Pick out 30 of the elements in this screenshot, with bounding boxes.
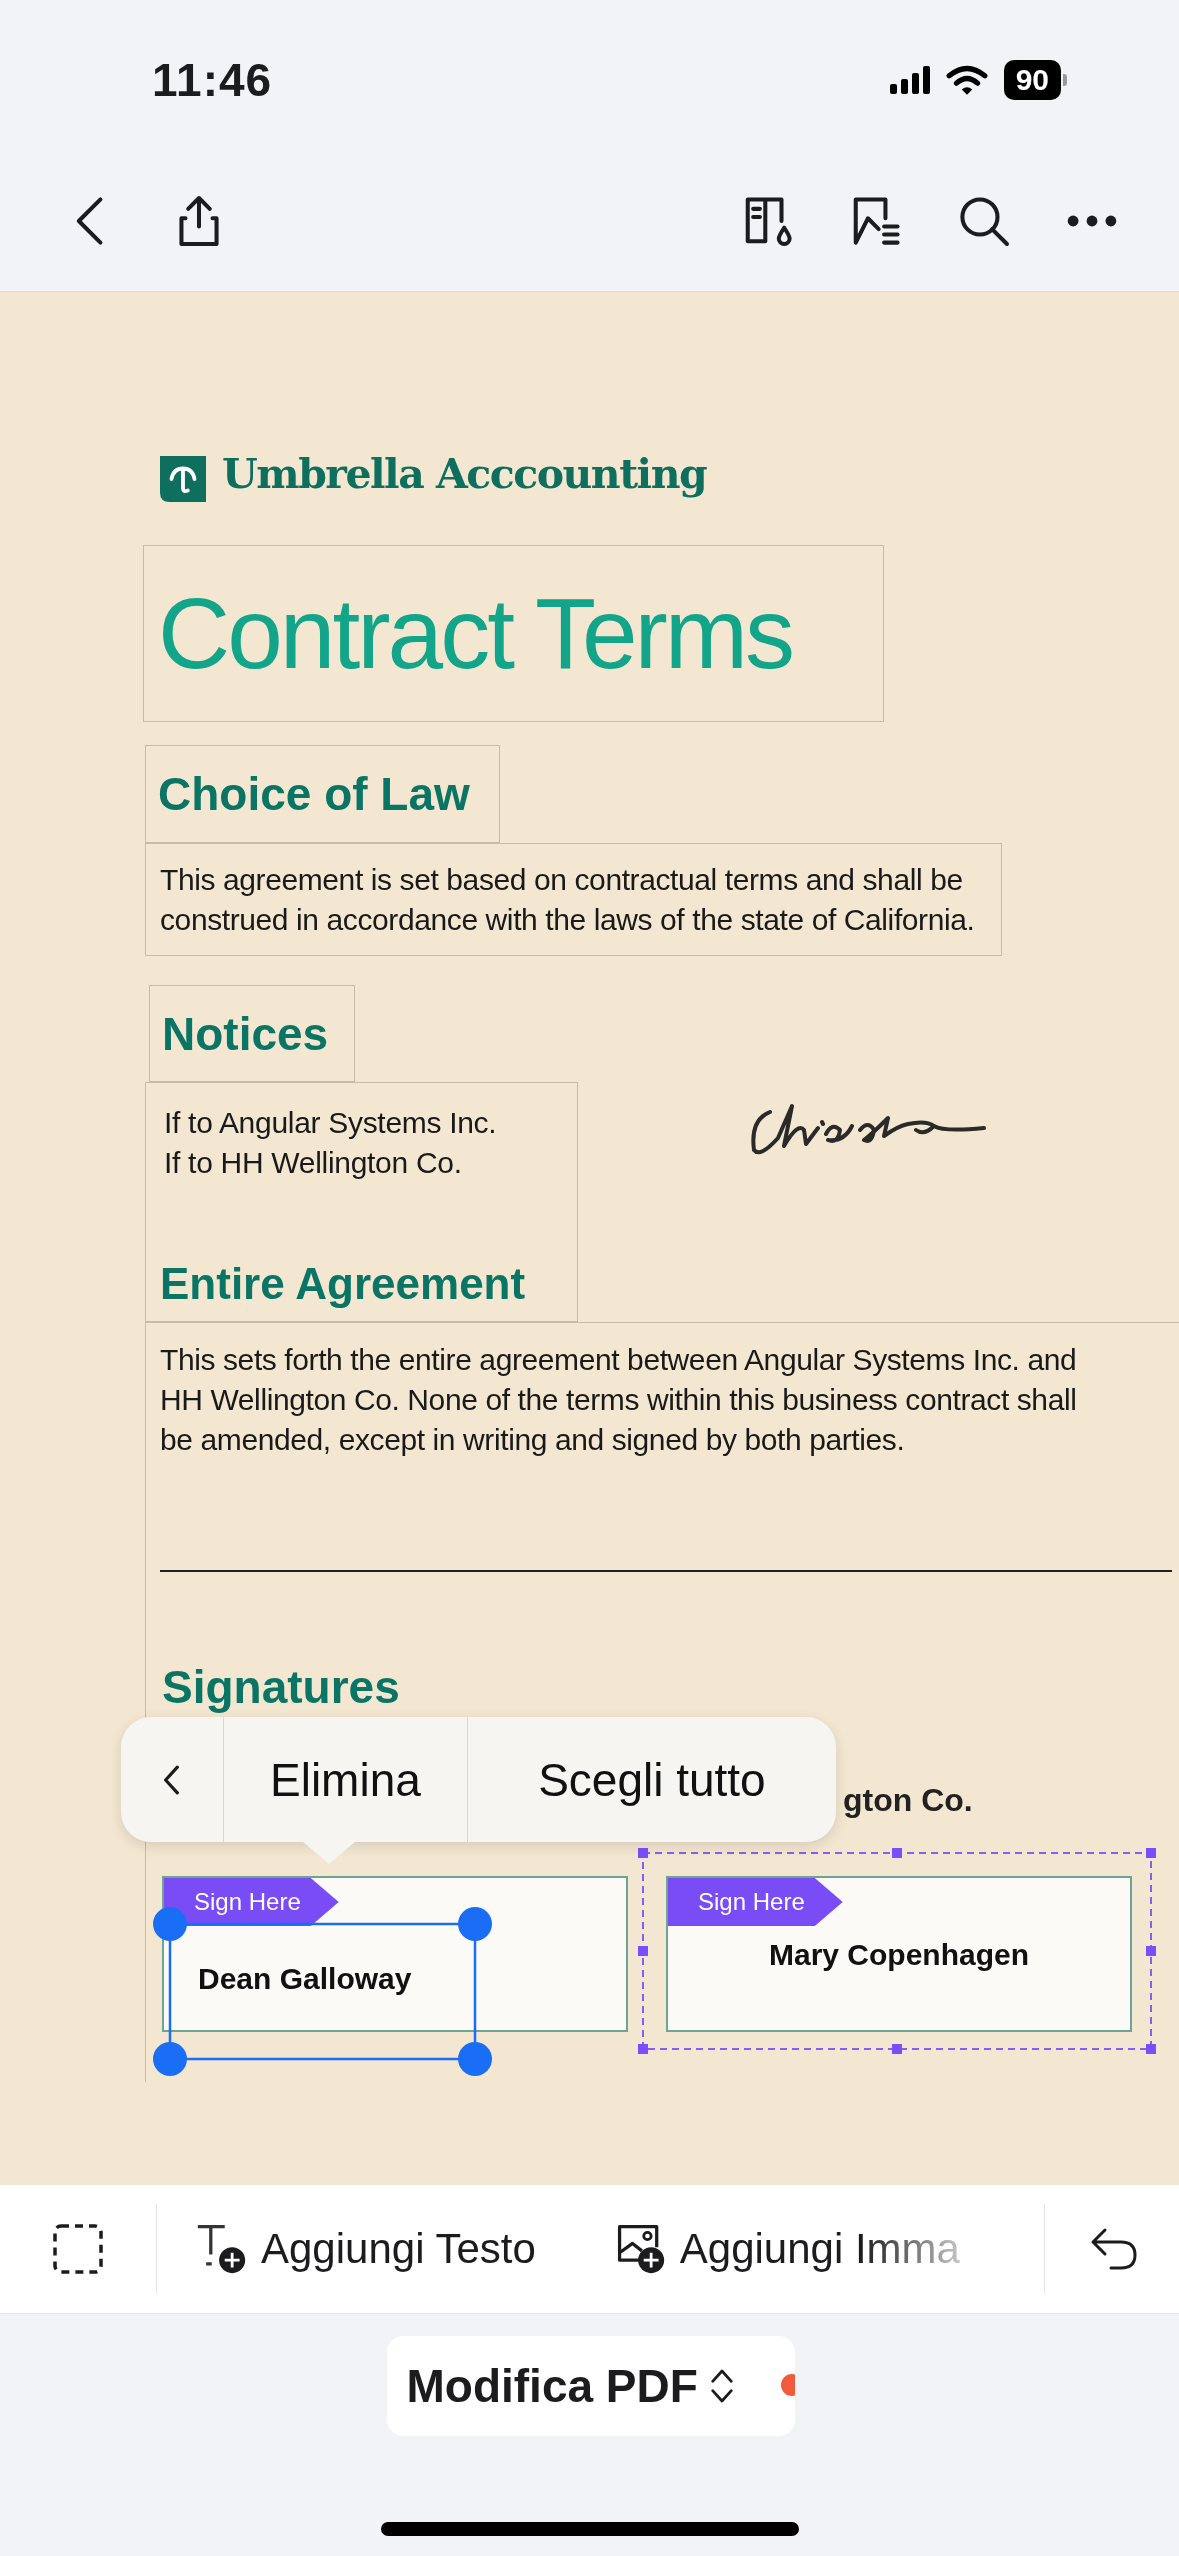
signature-field[interactable]: Sign Here Dean Galloway bbox=[162, 1876, 628, 2032]
wifi-icon bbox=[945, 64, 988, 96]
add-text-button[interactable]: Aggiungi Testo bbox=[157, 2223, 536, 2275]
battery-level: 90 bbox=[1003, 60, 1061, 100]
notice-line: If to Angular Systems Inc. bbox=[164, 1105, 497, 1141]
section-heading: Entire Agreement bbox=[160, 1259, 526, 1310]
menu-item[interactable]: Scegli tutto bbox=[467, 1717, 836, 1842]
clock-time: 11:46 bbox=[152, 53, 273, 107]
signer-name[interactable]: Dean Galloway bbox=[198, 1962, 412, 1996]
sign-here-tag: Sign Here bbox=[668, 1878, 843, 1926]
body-paragraph: This agreement is set based on contractual terms and shall be construed in accordance with the laws of the state of California. bbox=[160, 862, 975, 938]
section-heading: Notices bbox=[162, 1006, 329, 1061]
section-heading: Signatures bbox=[162, 1660, 400, 1714]
notice-line: If to HH Wellington Co. bbox=[164, 1145, 462, 1181]
logo-text: Umbrella Acccounting bbox=[222, 450, 707, 498]
signature-field[interactable]: Sign Here Mary Copenhagen bbox=[666, 1876, 1132, 2032]
sign-here-tag: Sign Here bbox=[164, 1878, 339, 1926]
signal-icon bbox=[889, 66, 930, 94]
field-selection-area[interactable]: Sign Here Mary Copenhagen bbox=[637, 1847, 1157, 2055]
mode-selector[interactable]: Modifica PDF bbox=[386, 2336, 795, 2436]
party-name: gton Co. bbox=[843, 1782, 973, 1819]
battery-tip-icon bbox=[1063, 74, 1067, 86]
document-title: Contract Terms bbox=[158, 576, 793, 691]
text-add-icon bbox=[195, 2223, 247, 2275]
section-heading: Choice of Law bbox=[158, 767, 470, 821]
signer-name: Mary Copenhagen bbox=[767, 1938, 1030, 1972]
umbrella-logo-icon bbox=[160, 455, 206, 503]
add-image-button[interactable]: Aggiungi Imma bbox=[575, 2223, 960, 2275]
dashed-square-icon[interactable] bbox=[52, 2223, 104, 2275]
body-paragraph: This sets forth the entire agreement between Angular Systems Inc. and HH Wellington Co. None of the terms within this business contract shall be amended, except in writing and signed by both parties. bbox=[160, 1342, 1077, 1458]
